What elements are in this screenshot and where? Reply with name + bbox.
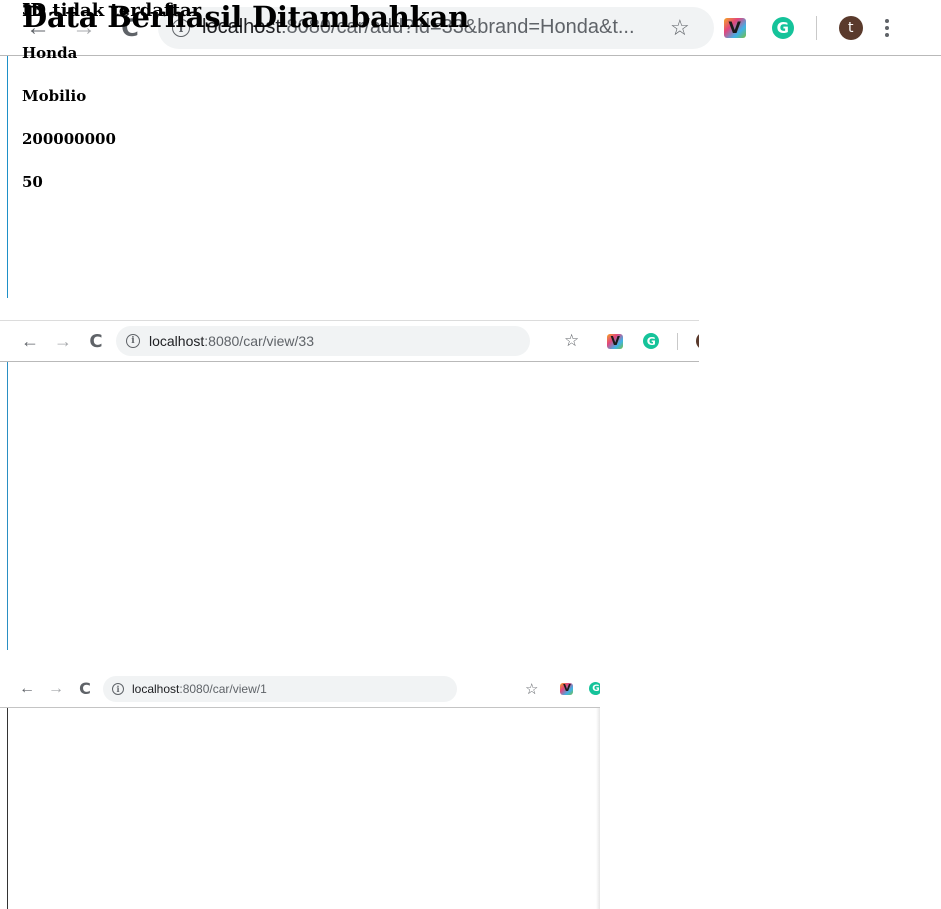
menu-dots-icon[interactable] — [884, 16, 889, 40]
info-icon[interactable]: i — [126, 334, 140, 348]
browser-toolbar: ← → C i localhost:8080/car/view/1 ☆ V G … — [0, 670, 600, 708]
url-host: localhost — [132, 681, 180, 696]
car-price: 200000000 — [22, 130, 116, 148]
car-amount: 50 — [22, 173, 43, 191]
window-shadow — [596, 708, 600, 909]
window-edge — [7, 56, 8, 298]
toolbar-divider — [815, 15, 817, 40]
info-icon[interactable]: i — [112, 682, 124, 695]
grammarly-icon[interactable]: G — [643, 333, 660, 349]
back-arrow-icon[interactable]: ← — [18, 680, 36, 698]
forward-arrow-icon[interactable]: → — [47, 680, 65, 698]
not-found-message: ID tidak terdaftar — [22, 0, 202, 21]
browser-window-add: ← → C i localhost:8080/car/add?id=33&bra… — [0, 0, 941, 298]
grammarly-icon[interactable]: G — [771, 16, 794, 39]
car-type: Mobilio — [22, 87, 87, 105]
window-edge — [7, 708, 8, 909]
browser-window-view-33: ← → C i localhost:8080/car/view/33 ☆ V G… — [0, 320, 699, 650]
reload-icon[interactable]: C — [86, 331, 106, 352]
avatar[interactable]: t — [838, 15, 863, 40]
url-path: :8080/car/view/33 — [204, 333, 314, 349]
ext-v-icon[interactable]: V — [607, 333, 624, 349]
ext-v-icon[interactable]: V — [560, 682, 574, 695]
ext-v-icon[interactable]: V — [723, 17, 746, 38]
forward-arrow-icon[interactable]: → — [53, 331, 73, 351]
browser-window-view-1: ← → C i localhost:8080/car/view/1 ☆ V G … — [0, 670, 600, 909]
car-brand: Honda — [22, 44, 78, 62]
back-arrow-icon[interactable]: ← — [20, 331, 40, 351]
url-host: localhost — [149, 333, 205, 349]
window-edge — [7, 362, 8, 650]
address-bar[interactable]: i localhost:8080/car/view/33 — [116, 326, 530, 356]
car-details: 33 Honda Mobilio 200000000 50 — [22, 0, 116, 215]
avatar[interactable]: t — [696, 332, 699, 350]
address-bar[interactable]: i localhost:8080/car/view/1 — [103, 675, 457, 702]
bookmark-star-icon[interactable]: ☆ — [670, 15, 690, 41]
url-text[interactable]: localhost:8080/car/view/1 — [132, 682, 372, 696]
reload-icon[interactable]: C — [76, 679, 94, 698]
bookmark-star-icon[interactable]: ☆ — [525, 680, 538, 698]
url-text[interactable]: localhost:8080/car/view/33 — [149, 333, 469, 349]
toolbar-divider — [677, 332, 679, 350]
browser-toolbar: ← → C i localhost:8080/car/view/33 ☆ V G… — [0, 320, 699, 362]
grammarly-icon[interactable]: G — [589, 682, 600, 695]
bookmark-star-icon[interactable]: ☆ — [564, 331, 579, 351]
url-path: :8080/car/view/1 — [179, 681, 267, 696]
